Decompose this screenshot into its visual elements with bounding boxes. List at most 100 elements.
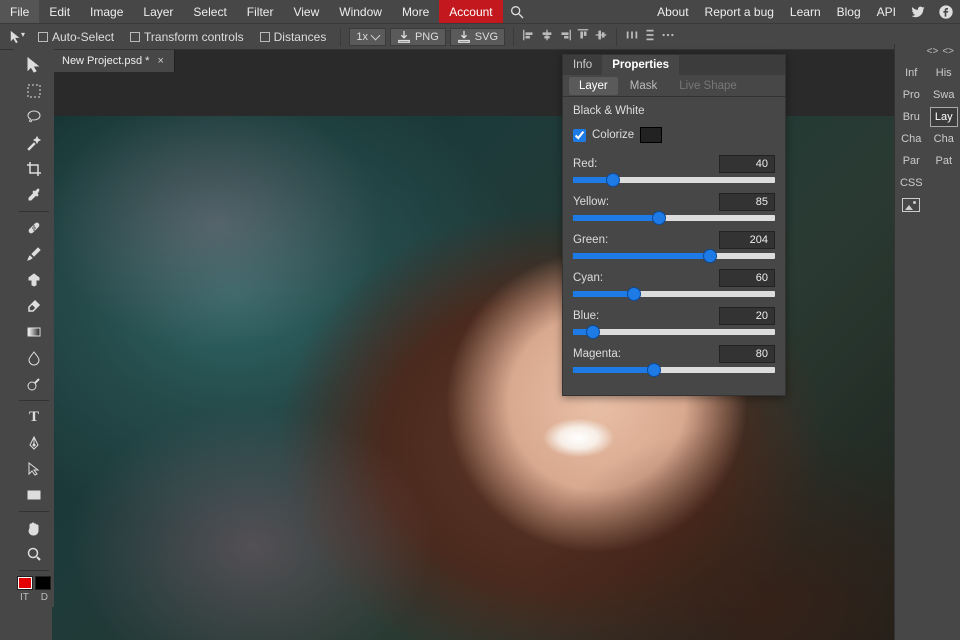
align-right-icon[interactable]: [558, 28, 572, 45]
distribute-h-icon[interactable]: [625, 28, 639, 45]
facebook-icon[interactable]: [932, 0, 960, 23]
menu-select[interactable]: Select: [183, 0, 236, 23]
zoom-tool[interactable]: [20, 542, 48, 566]
slider-thumb[interactable]: [628, 288, 640, 300]
dock-tab-inf[interactable]: Inf: [897, 63, 926, 83]
canvas[interactable]: [52, 116, 960, 640]
panel-tab-properties[interactable]: Properties: [602, 55, 679, 75]
dock-tab-par[interactable]: Par: [897, 151, 926, 171]
image-preview-icon[interactable]: [902, 198, 920, 212]
menu-report[interactable]: Report a bug: [697, 0, 782, 23]
document-tab[interactable]: New Project.psd * ×: [52, 50, 175, 72]
brush-tool[interactable]: [20, 242, 48, 266]
menu-file[interactable]: File: [0, 0, 39, 23]
opt-transform-controls[interactable]: Transform controls: [124, 30, 250, 44]
slider-thumb[interactable]: [648, 364, 660, 376]
search-icon[interactable]: [503, 0, 531, 23]
path-select-tool[interactable]: [20, 457, 48, 481]
magic-wand-tool[interactable]: [20, 131, 48, 155]
background-color[interactable]: [35, 576, 51, 590]
menu-image[interactable]: Image: [80, 0, 133, 23]
slider-value[interactable]: 60: [719, 269, 775, 287]
menu-view[interactable]: View: [283, 0, 329, 23]
healing-tool[interactable]: [20, 216, 48, 240]
export-svg-button[interactable]: SVG: [450, 28, 505, 46]
dock-tab-css[interactable]: CSS: [897, 173, 926, 193]
align-top-icon[interactable]: [576, 28, 590, 45]
menu-learn[interactable]: Learn: [782, 0, 829, 23]
align-left-icon[interactable]: [522, 28, 536, 45]
export-png-label: PNG: [415, 31, 439, 43]
dock-tab-pro[interactable]: Pro: [897, 85, 926, 105]
menu-edit[interactable]: Edit: [39, 0, 80, 23]
rectangle-tool[interactable]: [20, 483, 48, 507]
crop-tool[interactable]: [20, 157, 48, 181]
slider-thumb[interactable]: [653, 212, 665, 224]
slider-track[interactable]: [573, 253, 775, 259]
align-middle-icon[interactable]: [594, 28, 608, 45]
menu-account[interactable]: Account: [439, 0, 502, 23]
menu-api[interactable]: API: [869, 0, 904, 23]
close-tab-icon[interactable]: ×: [157, 55, 163, 67]
color-swatches[interactable]: [17, 576, 51, 590]
subtab-live-shape: Live Shape: [669, 77, 747, 95]
marquee-tool[interactable]: [20, 79, 48, 103]
slider-value[interactable]: 204: [719, 231, 775, 249]
slider-thumb[interactable]: [704, 250, 716, 262]
menu-filter[interactable]: Filter: [237, 0, 284, 23]
slider-track[interactable]: [573, 329, 775, 335]
eyedropper-tool[interactable]: [20, 183, 48, 207]
opt-auto-select[interactable]: Auto-Select: [32, 30, 120, 44]
slider-value[interactable]: 40: [719, 155, 775, 173]
slider-track[interactable]: [573, 291, 775, 297]
type-tool[interactable]: T: [20, 405, 48, 429]
collapse-left-icon[interactable]: <>: [927, 46, 939, 60]
more-align-icon[interactable]: [661, 28, 675, 45]
subtab-layer[interactable]: Layer: [569, 77, 618, 95]
slider-label: Magenta:: [573, 348, 711, 360]
dodge-tool[interactable]: [20, 372, 48, 396]
blur-tool[interactable]: [20, 346, 48, 370]
subtab-mask[interactable]: Mask: [620, 77, 667, 95]
slider-track[interactable]: [573, 367, 775, 373]
clone-stamp-tool[interactable]: [20, 268, 48, 292]
colorize-checkbox[interactable]: [573, 129, 586, 142]
slider-track[interactable]: [573, 177, 775, 183]
dock-tab-cha[interactable]: Cha: [897, 129, 926, 149]
slider-value[interactable]: 20: [719, 307, 775, 325]
distribute-v-icon[interactable]: [643, 28, 657, 45]
dock-tab-pat[interactable]: Pat: [930, 151, 959, 171]
slider-value[interactable]: 85: [719, 193, 775, 211]
dock-tab-his[interactable]: His: [930, 63, 959, 83]
zoom-select[interactable]: 1x: [349, 28, 386, 46]
dock-tab-cha[interactable]: Cha: [930, 129, 959, 149]
menu-layer[interactable]: Layer: [133, 0, 183, 23]
export-png-button[interactable]: PNG: [390, 28, 446, 46]
move-tool[interactable]: [20, 53, 48, 77]
dock-tab-swa[interactable]: Swa: [930, 85, 959, 105]
dock-tab-bru[interactable]: Bru: [897, 107, 926, 127]
colorize-color-swatch[interactable]: [640, 127, 662, 143]
eraser-tool[interactable]: [20, 294, 48, 318]
hand-tool[interactable]: [20, 516, 48, 540]
gradient-tool[interactable]: [20, 320, 48, 344]
options-bar: ▾ Auto-Select Transform controls Distanc…: [0, 24, 960, 50]
collapse-right-icon[interactable]: <>: [942, 46, 954, 60]
lasso-tool[interactable]: [20, 105, 48, 129]
align-center-h-icon[interactable]: [540, 28, 554, 45]
pen-tool[interactable]: [20, 431, 48, 455]
opt-distances[interactable]: Distances: [254, 30, 333, 44]
panel-tab-info[interactable]: Info: [563, 55, 602, 75]
foreground-color[interactable]: [17, 576, 33, 590]
menu-about[interactable]: About: [649, 0, 696, 23]
twitter-icon[interactable]: [904, 0, 932, 23]
colorize-label: Colorize: [592, 129, 634, 141]
slider-track[interactable]: [573, 215, 775, 221]
slider-thumb[interactable]: [587, 326, 599, 338]
dock-tab-lay[interactable]: Lay: [930, 107, 959, 127]
menu-blog[interactable]: Blog: [829, 0, 869, 23]
menu-more[interactable]: More: [392, 0, 439, 23]
slider-thumb[interactable]: [607, 174, 619, 186]
slider-value[interactable]: 80: [719, 345, 775, 363]
menu-window[interactable]: Window: [329, 0, 392, 23]
